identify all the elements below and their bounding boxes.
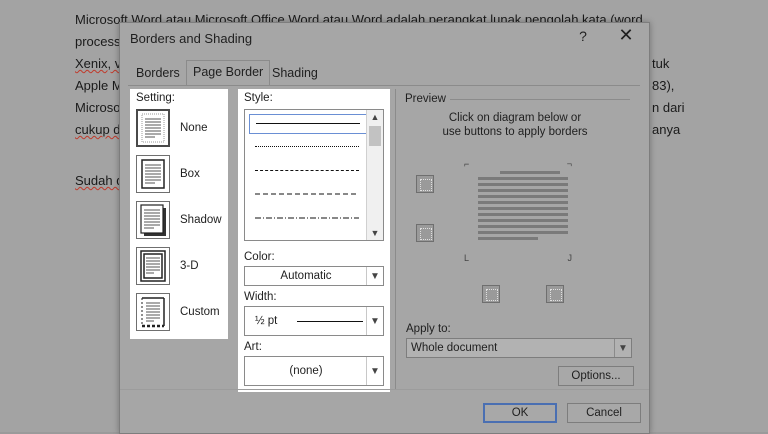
- style-option-dash-dot[interactable]: [249, 210, 365, 228]
- bottom-border-button[interactable]: [416, 224, 434, 242]
- setting-option-shadow[interactable]: Shadow: [136, 201, 226, 241]
- style-option-solid[interactable]: [249, 114, 367, 134]
- none-setting-icon[interactable]: [136, 109, 170, 147]
- document-text-line: cukup d: [75, 122, 121, 137]
- apply-to-dropdown[interactable]: Whole document ▼: [406, 338, 632, 358]
- document-text-line: Apple M: [75, 78, 123, 93]
- setting-option-3d[interactable]: 3-D: [136, 247, 226, 287]
- width-value: ½ pt: [255, 315, 278, 327]
- document-text-line: Microsof: [75, 100, 125, 115]
- color-dropdown[interactable]: Automatic ▼: [244, 266, 384, 286]
- art-value: (none): [289, 365, 323, 377]
- preview-header-line: [450, 99, 630, 100]
- setting-label: Setting:: [136, 92, 175, 104]
- document-text-line: Xenix, v: [75, 56, 122, 71]
- preview-diagram[interactable]: ⌐ ¬ L J: [464, 159, 572, 263]
- preview-hint-line: Click on diagram below or: [448, 112, 582, 124]
- box-setting-icon[interactable]: [136, 155, 170, 193]
- setting-option-label: 3-D: [180, 260, 199, 272]
- scroll-thumb[interactable]: [369, 126, 381, 146]
- preview-separator: [395, 89, 396, 389]
- top-border-button[interactable]: [416, 175, 434, 193]
- setting-option-box[interactable]: Box: [136, 155, 226, 195]
- ok-button[interactable]: OK: [483, 403, 557, 423]
- width-dropdown[interactable]: ½ pt ▼: [244, 306, 384, 336]
- help-icon[interactable]: ?: [575, 28, 591, 44]
- style-label: Style:: [244, 92, 273, 104]
- document-text-line: process: [75, 34, 121, 49]
- setting-option-custom[interactable]: Custom: [136, 293, 226, 333]
- setting-option-none[interactable]: None: [136, 109, 226, 149]
- tab-page-border[interactable]: Page Border: [186, 60, 271, 86]
- tab-divider: [128, 85, 640, 86]
- art-label: Art:: [244, 341, 262, 353]
- preview-label: Preview: [405, 93, 446, 105]
- style-panel: Style: ▲ ▼ Color: Automatic ▼ Width: ½ p…: [238, 89, 390, 392]
- color-label: Color:: [244, 251, 275, 263]
- document-text-line: Sudah d: [75, 173, 124, 188]
- document-text-fragment: anya: [652, 122, 681, 137]
- tab-borders[interactable]: Borders: [130, 62, 186, 84]
- scroll-up-icon[interactable]: ▲: [367, 110, 383, 124]
- chevron-down-icon[interactable]: ▼: [366, 307, 383, 335]
- scroll-down-icon[interactable]: ▼: [367, 226, 383, 240]
- borders-and-shading-dialog: Borders and Shading ? ✕ Borders Page Bor…: [119, 22, 650, 434]
- setting-option-label: Custom: [180, 306, 220, 318]
- options-button[interactable]: Options...: [558, 366, 634, 386]
- document-text-fragment: tuk: [652, 56, 670, 71]
- apply-to-label: Apply to:: [406, 323, 451, 335]
- width-label: Width:: [244, 291, 277, 303]
- color-value: Automatic: [280, 270, 332, 282]
- setting-option-label: Box: [180, 168, 200, 180]
- custom-setting-icon[interactable]: [136, 293, 170, 331]
- footer-separator: [120, 389, 649, 390]
- style-option-dashed[interactable]: [249, 186, 365, 204]
- cancel-button[interactable]: Cancel: [567, 403, 641, 423]
- right-border-button[interactable]: [546, 285, 564, 303]
- width-line-sample: [297, 321, 363, 322]
- style-listbox[interactable]: ▲ ▼: [244, 109, 384, 241]
- close-icon[interactable]: ✕: [617, 25, 635, 46]
- preview-hint-line: use buttons to apply borders: [442, 126, 588, 138]
- preview-hint: Click on diagram below or use buttons to…: [410, 111, 620, 139]
- left-border-button[interactable]: [482, 285, 500, 303]
- apply-to-value: Whole document: [411, 342, 498, 354]
- chevron-down-icon[interactable]: ▼: [366, 357, 383, 385]
- document-text-fragment: n dari: [652, 100, 685, 115]
- dialog-title: Borders and Shading: [130, 31, 253, 46]
- setting-option-label: Shadow: [180, 214, 222, 226]
- corner-mark: ¬: [566, 159, 572, 169]
- corner-mark: J: [567, 253, 573, 263]
- chevron-down-icon[interactable]: ▼: [366, 267, 383, 285]
- corner-mark: ⌐: [464, 159, 470, 169]
- corner-mark: L: [464, 253, 470, 263]
- document-text-fragment: 83),: [652, 78, 675, 93]
- style-option-dotted[interactable]: [249, 138, 365, 156]
- tab-shading[interactable]: Shading: [266, 62, 324, 84]
- 3d-setting-icon[interactable]: [136, 247, 170, 285]
- style-option-dashed-short[interactable]: [249, 162, 365, 180]
- setting-panel: Setting: None Box Shadow 3-D Custom: [130, 89, 228, 339]
- shadow-setting-icon[interactable]: [136, 201, 170, 239]
- setting-option-label: None: [180, 122, 208, 134]
- art-dropdown[interactable]: (none) ▼: [244, 356, 384, 386]
- chevron-down-icon[interactable]: ▼: [614, 339, 631, 357]
- style-scrollbar[interactable]: ▲ ▼: [366, 110, 383, 240]
